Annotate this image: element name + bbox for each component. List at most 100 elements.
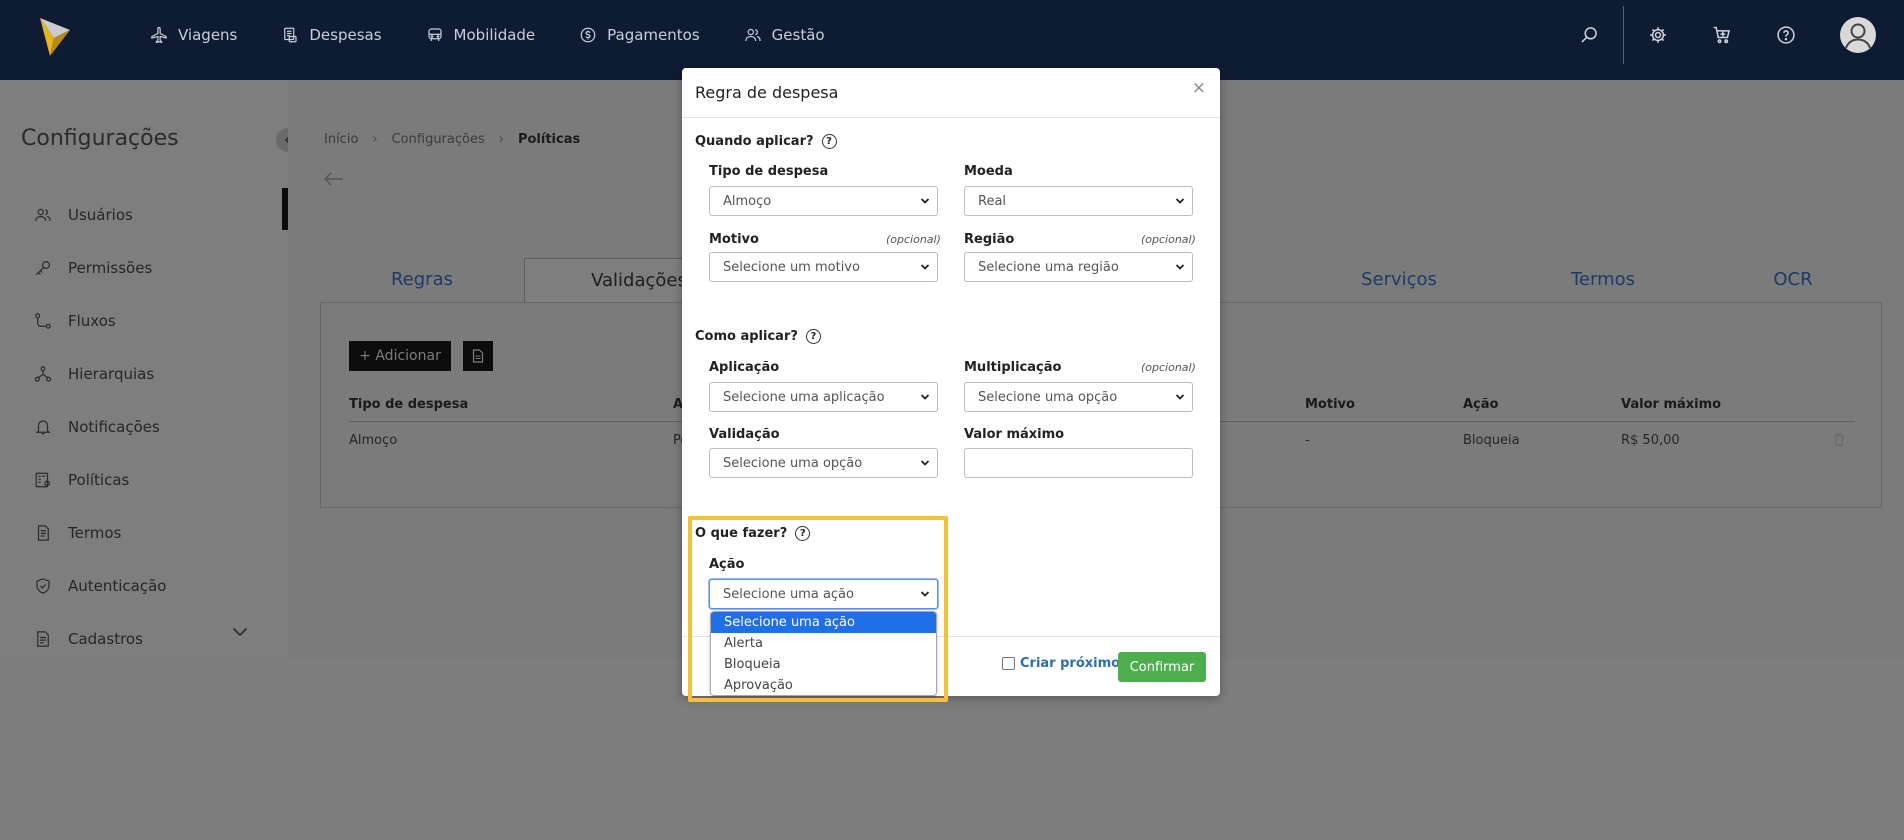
- tab-regras[interactable]: Regras: [320, 258, 524, 302]
- nav-item-pagamentos[interactable]: Pagamentos: [579, 26, 700, 44]
- sidebar: Configurações Usuários Permissões Fluxos…: [0, 80, 300, 658]
- sidebar-item-label: Cadastros: [68, 629, 143, 648]
- acao-select[interactable]: Selecione uma ação: [709, 579, 938, 609]
- section-how-title: Como aplicar?: [695, 329, 798, 344]
- back-arrow-icon[interactable]: [324, 172, 344, 186]
- modal-title: Regra de despesa: [695, 83, 839, 102]
- sidebar-list: Usuários Permissões Fluxos Hierarquias N…: [34, 188, 167, 665]
- nav-item-mobilidade[interactable]: Mobilidade: [426, 26, 535, 44]
- aplicacao-select-value: Selecione uma aplicação: [723, 389, 885, 405]
- acao-option[interactable]: Alerta: [711, 633, 936, 654]
- sidebar-item-label: Usuários: [68, 205, 133, 224]
- help-icon[interactable]: ?: [805, 329, 821, 344]
- criar-proximo-checkbox[interactable]: [1002, 657, 1015, 670]
- label-tipo: Tipo de despesa: [709, 164, 829, 179]
- avatar[interactable]: [1840, 17, 1876, 53]
- nav-label: Viagens: [178, 26, 238, 44]
- logo-icon[interactable]: [38, 16, 72, 58]
- settings-button[interactable]: [1626, 0, 1690, 70]
- confirm-button[interactable]: Confirmar: [1118, 652, 1206, 682]
- tab-termos[interactable]: Termos: [1500, 258, 1706, 302]
- chevron-down-icon: [1175, 198, 1185, 204]
- cart-button[interactable]: [1690, 0, 1754, 70]
- moeda-select[interactable]: Real: [964, 186, 1193, 216]
- register-icon: [37, 630, 49, 647]
- nav-label: Pagamentos: [607, 26, 700, 44]
- criar-proximo-label[interactable]: Criar próximo: [1020, 656, 1120, 671]
- optional-label: (opcional): [886, 233, 941, 246]
- trash-icon[interactable]: [1833, 433, 1845, 447]
- label-moeda: Moeda: [964, 164, 1013, 179]
- optional-label: (opcional): [1141, 233, 1196, 246]
- sidebar-item-permissoes[interactable]: Permissões: [34, 241, 167, 294]
- breadcrumb-item-inicio[interactable]: Início: [324, 132, 358, 147]
- table-cell-valor: R$ 50,00: [1621, 433, 1680, 448]
- sidebar-item-termos[interactable]: Termos: [34, 506, 167, 559]
- chevron-down-icon: [920, 460, 930, 466]
- validacao-select[interactable]: Selecione uma opção: [709, 448, 938, 478]
- optional-label: (opcional): [1141, 361, 1196, 374]
- close-icon[interactable]: ×: [1192, 78, 1206, 98]
- table-cell-tipo: Almoço: [349, 433, 398, 448]
- dollar-icon: [580, 27, 596, 43]
- help-icon[interactable]: ?: [795, 526, 811, 541]
- label-multiplicacao: Multiplicação: [964, 360, 1062, 375]
- motivo-select[interactable]: Selecione um motivo: [709, 252, 938, 282]
- label-valor-maximo: Valor máximo: [964, 427, 1065, 442]
- sidebar-item-politicas[interactable]: Políticas: [34, 453, 167, 506]
- receipt-icon: [284, 27, 297, 43]
- help-icon[interactable]: ?: [821, 134, 837, 149]
- aplicacao-select[interactable]: Selecione uma aplicação: [709, 382, 938, 412]
- export-button[interactable]: [463, 341, 493, 371]
- moeda-select-value: Real: [978, 193, 1007, 209]
- sidebar-item-label: Hierarquias: [68, 364, 155, 383]
- gear-icon: [1650, 27, 1666, 43]
- multiplicacao-select[interactable]: Selecione uma opção: [964, 382, 1193, 412]
- sidebar-item-notificacoes[interactable]: Notificações: [34, 400, 167, 453]
- modal-header: Regra de despesa ×: [682, 68, 1220, 118]
- nav-item-gestao[interactable]: Gestão: [744, 26, 825, 44]
- criar-proximo-toggle[interactable]: Criar próximo: [1002, 656, 1120, 671]
- nav-item-viagens[interactable]: Viagens: [150, 26, 237, 44]
- sidebar-item-usuarios[interactable]: Usuários: [34, 188, 167, 241]
- sidebar-item-label: Notificações: [68, 417, 160, 436]
- help-icon: [1777, 26, 1795, 44]
- chevron-down-icon: [920, 264, 930, 270]
- car-icon: [427, 28, 442, 41]
- breadcrumb-item-configuracoes[interactable]: Configurações: [392, 132, 485, 147]
- breadcrumb-separator: ›: [498, 132, 504, 147]
- chevron-down-icon: [1175, 264, 1185, 270]
- acao-dropdown-list: Selecione uma ação Alerta Bloqueia Aprov…: [710, 611, 937, 696]
- regiao-select-value: Selecione uma região: [978, 259, 1119, 275]
- label-motivo: Motivo: [709, 232, 759, 247]
- sidebar-item-fluxos[interactable]: Fluxos: [34, 294, 167, 347]
- sidebar-item-autenticacao[interactable]: Autenticação: [34, 559, 167, 612]
- acao-option[interactable]: Aprovação: [711, 675, 936, 695]
- search-button[interactable]: [1557, 0, 1621, 70]
- regiao-select[interactable]: Selecione uma região: [964, 252, 1193, 282]
- acao-option[interactable]: Bloqueia: [711, 654, 936, 675]
- tab-ocr[interactable]: OCR: [1704, 258, 1882, 302]
- search-icon: [1581, 27, 1597, 43]
- valor-maximo-input[interactable]: [964, 448, 1193, 478]
- sidebar-item-label: Políticas: [68, 470, 130, 489]
- users-icon: [744, 28, 761, 42]
- sidebar-item-hierarquias[interactable]: Hierarquias: [34, 347, 167, 400]
- add-button[interactable]: + Adicionar: [349, 341, 451, 371]
- help-button[interactable]: [1754, 0, 1818, 70]
- tipo-select[interactable]: Almoço: [709, 186, 938, 216]
- tipo-select-value: Almoço: [723, 193, 772, 209]
- tab-servicos[interactable]: Serviços: [1296, 258, 1502, 302]
- acao-option[interactable]: Selecione uma ação: [711, 612, 936, 633]
- main-nav: Viagens Despesas Mobilidade Pagamentos G…: [150, 0, 869, 70]
- chevron-down-icon[interactable]: [232, 627, 248, 637]
- breadcrumb: Início › Configurações › Políticas: [324, 132, 580, 147]
- validacao-select-value: Selecione uma opção: [723, 455, 863, 471]
- nav-item-despesas[interactable]: Despesas: [281, 26, 382, 44]
- key-icon: [35, 260, 50, 275]
- chevron-down-icon: [1175, 394, 1185, 400]
- table-cell-acao: Bloqueia: [1463, 433, 1520, 448]
- expense-rule-modal: Regra de despesa × Quando aplicar? ? Tip…: [682, 68, 1220, 696]
- policy-icon: [35, 472, 50, 487]
- nav-label: Gestão: [771, 26, 825, 44]
